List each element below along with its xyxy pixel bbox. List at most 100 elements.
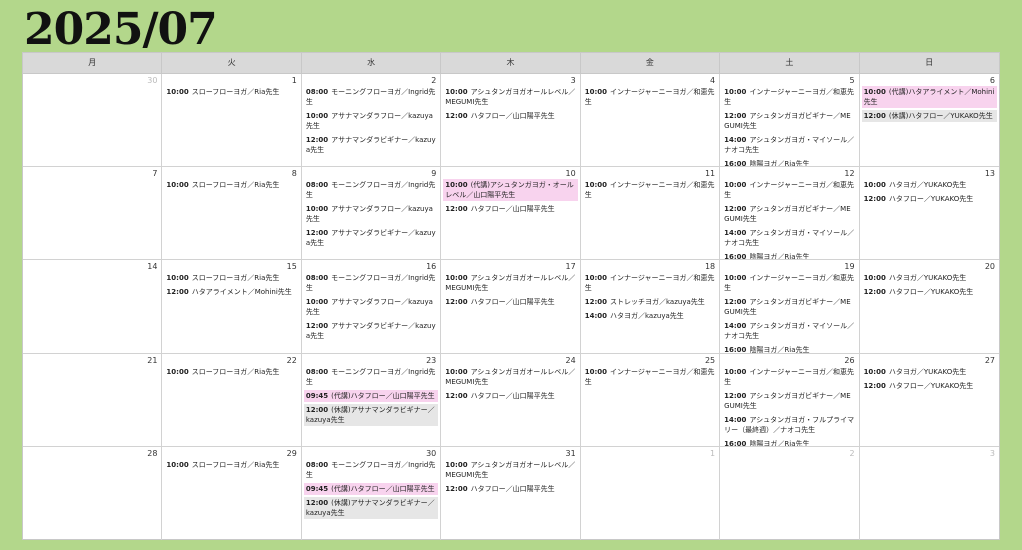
class-event[interactable]: 10:00 インナージャーニーヨガ／和恵先生 <box>583 86 717 108</box>
class-event[interactable]: 10:00 アサナマンダラフロー／kazuya先生 <box>304 296 438 318</box>
class-event[interactable]: 12:00 アサナマンダラビギナー／kazuya先生 <box>304 227 438 249</box>
day-cell[interactable]: 27 10:00 ハタヨガ／YUKAKO先生 12:00 ハタフロー／YUKAKO先生 <box>859 354 999 447</box>
class-event[interactable]: 12:00 アシュタンガヨガビギナー／MEGUMI先生 <box>722 390 856 412</box>
substitute-class-event[interactable]: 09:45 (代講)ハタフロー／山口陽平先生 <box>303 389 439 402</box>
substitute-class-event[interactable]: 09:45 (代講)ハタフロー／山口陽平先生 <box>303 482 439 495</box>
class-event[interactable]: 10:00 スローフローヨガ／Ria先生 <box>164 86 298 98</box>
class-event[interactable]: 12:00 アシュタンガヨガビギナー／MEGUMI先生 <box>722 296 856 318</box>
class-event[interactable]: 12:00 ハタフロー／YUKAKO先生 <box>862 193 997 205</box>
cancelled-class-event[interactable]: 12:00 (休講)アサナマンダラビギナー／kazuya先生 <box>303 496 439 519</box>
substitute-class-event[interactable]: 10:00 (代講)ハタアライメント／Mohini先生 <box>861 86 997 108</box>
day-cell[interactable]: 15 10:00 スローフローヨガ／Ria先生 12:00 ハタアライメント／Mohin… <box>162 260 302 354</box>
cancelled-class-event[interactable]: 12:00 (休講)アサナマンダラビギナー／kazuya先生 <box>303 403 439 426</box>
event-time: 10:00 <box>445 181 468 190</box>
class-event[interactable]: 10:00 スローフローヨガ／Ria先生 <box>164 366 298 378</box>
class-event[interactable]: 14:00 ハタヨガ／kazuya先生 <box>583 310 717 322</box>
class-event[interactable]: 10:00 インナージャーニーヨガ／和恵先生 <box>722 366 856 388</box>
class-event[interactable]: 10:00 スローフローヨガ／Ria先生 <box>164 272 298 284</box>
class-event[interactable]: 12:00 ハタフロー／山口陽平先生 <box>443 390 577 402</box>
day-cell[interactable]: 21 <box>23 353 163 447</box>
day-cell[interactable]: 8 10:00 スローフローヨガ／Ria先生 <box>162 167 302 261</box>
day-cell[interactable]: 19 10:00 インナージャーニーヨガ／和恵先生 12:00 アシュタンガヨガビギナー… <box>720 260 860 354</box>
day-cell[interactable]: 25 10:00 インナージャーニーヨガ／和恵先生 <box>580 353 721 447</box>
class-event[interactable]: 12:00 ストレッチヨガ／kazuya先生 <box>583 296 717 308</box>
day-cell[interactable]: 5 10:00 インナージャーニーヨガ／和恵先生 12:00 アシュタンガヨガビギナー／… <box>720 74 860 168</box>
class-event[interactable]: 08:00 モーニングフローヨガ／Ingrid先生 <box>304 366 438 388</box>
substitute-class-event[interactable]: 10:00 (代講)アシュタンガヨガ・オールレベル／山口陽平先生 <box>443 179 578 202</box>
class-event[interactable]: 12:00 ハタアライメント／Mohini先生 <box>164 286 298 298</box>
class-event[interactable]: 10:00 インナージャーニーヨガ／和恵先生 <box>722 179 856 201</box>
day-cell[interactable]: 1 10:00 スローフローヨガ／Ria先生 <box>162 74 302 168</box>
class-event[interactable]: 10:00 アシュタンガヨガオールレベル／MEGUMI先生 <box>443 272 577 294</box>
day-cell[interactable]: 22 10:00 スローフローヨガ／Ria先生 <box>162 353 302 447</box>
day-cell[interactable]: 13 10:00 ハタヨガ／YUKAKO先生 12:00 ハタフロー／YUKAKO先生 <box>859 167 999 261</box>
class-event[interactable]: 16:00 陰陽ヨガ／Ria先生 <box>722 158 856 166</box>
class-event[interactable]: 16:00 陰陽ヨガ／Ria先生 <box>722 438 856 446</box>
cancelled-class-event[interactable]: 12:00 (休講)ハタフロー／YUKAKO先生 <box>861 110 997 122</box>
day-cell[interactable]: 3 <box>860 447 999 540</box>
day-cell[interactable]: 10 10:00 (代講)アシュタンガヨガ・オールレベル／山口陽平先生 12:00 ハタ… <box>441 167 581 261</box>
class-event[interactable]: 12:00 アシュタンガヨガビギナー／MEGUMI先生 <box>722 203 856 225</box>
day-cell[interactable]: 16 08:00 モーニングフローヨガ／Ingrid先生 10:00 アサナマンダラフロ… <box>301 260 442 354</box>
day-cell[interactable]: 31 10:00 アシュタンガヨガオールレベル／MEGUMI先生 12:00 ハタフロー… <box>441 446 581 540</box>
class-event[interactable]: 10:00 スローフローヨガ／Ria先生 <box>164 179 298 191</box>
class-event[interactable]: 12:00 アシュタンガヨガビギナー／MEGUMI先生 <box>722 110 856 132</box>
class-event[interactable]: 10:00 インナージャーニーヨガ／和恵先生 <box>722 86 856 108</box>
day-cell[interactable]: 26 10:00 インナージャーニーヨガ／和恵先生 12:00 アシュタンガヨガビギナー… <box>720 353 860 447</box>
day-cell[interactable]: 11 10:00 インナージャーニーヨガ／和恵先生 <box>580 167 721 261</box>
event-time: 12:00 <box>724 205 747 214</box>
class-event[interactable]: 10:00 スローフローヨガ／Ria先生 <box>164 459 298 471</box>
event-time: 10:00 <box>584 367 607 376</box>
day-cell[interactable]: 20 10:00 ハタヨガ／YUKAKO先生 12:00 ハタフロー／YUKAKO先生 <box>859 260 999 354</box>
day-cell[interactable]: 2 <box>720 446 860 540</box>
day-cell[interactable]: 17 10:00 アシュタンガヨガオールレベル／MEGUMI先生 12:00 ハタフロー… <box>441 260 581 354</box>
class-event[interactable]: 08:00 モーニングフローヨガ／Ingrid先生 <box>304 272 438 294</box>
class-event[interactable]: 10:00 インナージャーニーヨガ／和恵先生 <box>722 272 856 294</box>
class-event[interactable]: 10:00 インナージャーニーヨガ／和恵先生 <box>583 179 717 201</box>
day-cell[interactable]: 30 08:00 モーニングフローヨガ／Ingrid先生 09:45 (代講)ハタフロー… <box>302 446 442 540</box>
class-event[interactable]: 10:00 ハタヨガ／YUKAKO先生 <box>862 179 997 191</box>
class-event[interactable]: 14:00 アシュタンガヨガ・フルプライマリー（最終週）／ナオコ先生 <box>722 414 856 436</box>
class-event[interactable]: 10:00 アサナマンダラフロー／kazuya先生 <box>304 110 438 132</box>
class-event[interactable]: 12:00 ハタフロー／YUKAKO先生 <box>862 380 997 392</box>
class-event[interactable]: 12:00 ハタフロー／山口陽平先生 <box>443 203 577 215</box>
class-event[interactable]: 10:00 アサナマンダラフロー／kazuya先生 <box>304 203 438 225</box>
day-cell[interactable]: 9 08:00 モーニングフローヨガ／Ingrid先生 10:00 アサナマンダラフロー… <box>301 167 442 261</box>
class-event[interactable]: 14:00 アシュタンガヨガ・マイソール／ナオコ先生 <box>722 134 856 156</box>
class-event[interactable]: 10:00 アシュタンガヨガオールレベル／MEGUMI先生 <box>443 459 577 481</box>
class-event[interactable]: 12:00 ハタフロー／山口陽平先生 <box>443 110 577 122</box>
day-cell[interactable]: 18 10:00 インナージャーニーヨガ／和恵先生 12:00 ストレッチヨガ／kazu… <box>580 260 721 354</box>
class-event[interactable]: 08:00 モーニングフローヨガ／Ingrid先生 <box>304 179 438 201</box>
class-event[interactable]: 10:00 インナージャーニーヨガ／和恵先生 <box>583 272 717 294</box>
day-cell[interactable]: 12 10:00 インナージャーニーヨガ／和恵先生 12:00 アシュタンガヨガビギナー… <box>720 167 860 261</box>
day-cell[interactable]: 30 <box>23 74 163 168</box>
class-event[interactable]: 10:00 アシュタンガヨガオールレベル／MEGUMI先生 <box>443 86 577 108</box>
class-event[interactable]: 14:00 アシュタンガヨガ・マイソール／ナオコ先生 <box>722 227 856 249</box>
event-time: 14:00 <box>724 415 747 424</box>
day-cell[interactable]: 24 10:00 アシュタンガヨガオールレベル／MEGUMI先生 12:00 ハタフロー… <box>441 353 581 447</box>
day-cell[interactable]: 23 08:00 モーニングフローヨガ／Ingrid先生 09:45 (代講)ハタフロー… <box>301 353 442 447</box>
class-event[interactable]: 14:00 アシュタンガヨガ・マイソール／ナオコ先生 <box>722 320 856 342</box>
day-cell[interactable]: 7 <box>23 167 163 261</box>
class-event[interactable]: 08:00 モーニングフローヨガ／Ingrid先生 <box>304 459 438 481</box>
day-cell[interactable]: 14 <box>23 260 163 354</box>
class-event[interactable]: 10:00 インナージャーニーヨガ／和恵先生 <box>583 366 717 388</box>
class-event[interactable]: 12:00 ハタフロー／YUKAKO先生 <box>862 286 997 298</box>
day-cell[interactable]: 2 08:00 モーニングフローヨガ／Ingrid先生 10:00 アサナマンダラフロー… <box>301 74 442 168</box>
day-cell[interactable]: 1 <box>581 446 721 540</box>
class-event[interactable]: 12:00 アサナマンダラビギナー／kazuya先生 <box>304 320 438 342</box>
class-event[interactable]: 10:00 ハタヨガ／YUKAKO先生 <box>862 366 997 378</box>
class-event[interactable]: 16:00 陰陽ヨガ／Ria先生 <box>722 251 856 259</box>
day-cell[interactable]: 28 <box>23 446 163 540</box>
class-event[interactable]: 12:00 ハタフロー／山口陽平先生 <box>443 483 577 495</box>
day-cell[interactable]: 3 10:00 アシュタンガヨガオールレベル／MEGUMI先生 12:00 ハタフロー／… <box>441 74 581 168</box>
class-event[interactable]: 12:00 アサナマンダラビギナー／kazuya先生 <box>304 134 438 156</box>
day-cell[interactable]: 4 10:00 インナージャーニーヨガ／和恵先生 <box>580 74 721 168</box>
class-event[interactable]: 10:00 ハタヨガ／YUKAKO先生 <box>862 272 997 284</box>
class-event[interactable]: 16:00 陰陽ヨガ／Ria先生 <box>722 344 856 352</box>
class-event[interactable]: 08:00 モーニングフローヨガ／Ingrid先生 <box>304 86 438 108</box>
class-event[interactable]: 10:00 アシュタンガヨガオールレベル／MEGUMI先生 <box>443 366 577 388</box>
day-cell[interactable]: 29 10:00 スローフローヨガ／Ria先生 <box>162 446 302 540</box>
day-cell[interactable]: 6 10:00 (代講)ハタアライメント／Mohini先生 12:00 (休講)ハタフロ… <box>859 74 999 168</box>
class-event[interactable]: 12:00 ハタフロー／山口陽平先生 <box>443 296 577 308</box>
